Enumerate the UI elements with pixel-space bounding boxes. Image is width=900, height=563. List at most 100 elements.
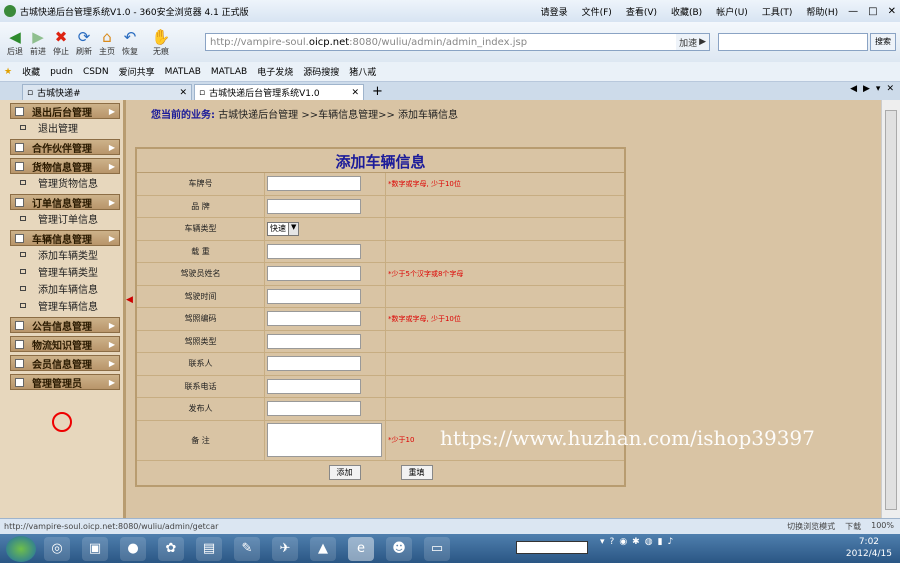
- fav-item[interactable]: MATLAB: [165, 67, 201, 77]
- fav-item[interactable]: 收藏: [22, 65, 40, 78]
- remark-textarea[interactable]: [267, 423, 382, 457]
- text-field[interactable]: [267, 356, 361, 372]
- fav-item[interactable]: pudn: [50, 67, 73, 77]
- fav-item[interactable]: 源码搜搜: [303, 65, 339, 78]
- address-bar[interactable]: http://vampire-soul. oicp.net:8080/wuliu/…: [205, 33, 710, 51]
- fav-item[interactable]: 爱问共享: [119, 65, 155, 78]
- taskbar-app-icon[interactable]: ▤: [196, 536, 222, 561]
- tray-icon[interactable]: ✱: [632, 537, 640, 547]
- sidebar-section[interactable]: 合作伙伴管理 ▶: [10, 139, 120, 155]
- tray-icon[interactable]: ◉: [619, 537, 627, 547]
- maximize-icon[interactable]: □: [868, 6, 877, 17]
- tab-left-icon[interactable]: ◀: [850, 84, 857, 94]
- sidebar-section[interactable]: 会员信息管理 ▶: [10, 355, 120, 371]
- fav-item[interactable]: MATLAB: [211, 67, 247, 77]
- clock[interactable]: 7:02 2012/4/15: [846, 536, 892, 560]
- minimize-icon[interactable]: —: [848, 6, 858, 17]
- text-field[interactable]: [267, 311, 361, 327]
- close-icon[interactable]: ✕: [888, 6, 896, 17]
- menu-help[interactable]: 帮助(H): [806, 5, 838, 18]
- submit-button[interactable]: 添加: [328, 464, 361, 480]
- menu-view[interactable]: 查看(V): [626, 5, 657, 18]
- restore-button[interactable]: ↶ 恢复: [119, 28, 141, 57]
- vertical-scrollbar[interactable]: [881, 100, 900, 518]
- text-field[interactable]: [267, 176, 361, 192]
- close-tab-icon[interactable]: ✕: [351, 88, 359, 98]
- sidebar-section[interactable]: 公告信息管理 ▶: [10, 317, 120, 333]
- volume-icon[interactable]: ♪: [668, 537, 674, 547]
- chevron-down-icon[interactable]: ▼: [288, 222, 298, 235]
- folder-icon[interactable]: ▭: [424, 536, 450, 561]
- text-field[interactable]: [267, 333, 361, 349]
- taskbar-app-icon[interactable]: ▣: [82, 536, 108, 561]
- go-arrow-icon[interactable]: ▶: [699, 37, 706, 47]
- fav-item[interactable]: 猪八戒: [349, 65, 376, 78]
- sidebar-section[interactable]: 管理管理员 ▶: [10, 374, 120, 390]
- taskbar-app-icon[interactable]: ◎: [44, 536, 70, 561]
- tab-close-icon[interactable]: ✕: [886, 84, 894, 94]
- refresh-button[interactable]: ⟳ 刷新: [73, 28, 95, 57]
- menu-account[interactable]: 帐户(U): [716, 5, 748, 18]
- download-button[interactable]: 下载: [845, 521, 861, 532]
- vehicle-type-select[interactable]: 快速 ▼: [267, 221, 299, 236]
- taskbar-app-icon[interactable]: ✎: [234, 536, 260, 561]
- close-tab-icon[interactable]: ✕: [179, 88, 187, 98]
- zoom-level[interactable]: 100%: [871, 521, 894, 532]
- stop-button[interactable]: ✖ 停止: [50, 28, 72, 57]
- fav-item[interactable]: CSDN: [83, 67, 109, 77]
- search-button[interactable]: 搜索: [870, 33, 896, 51]
- sidebar-section[interactable]: 货物信息管理 ▶: [10, 158, 120, 174]
- browser-taskbar-icon[interactable]: e: [348, 536, 374, 561]
- collapse-sidebar-icon[interactable]: ◀: [126, 295, 133, 305]
- tab-0[interactable]: ▫ 古城快递# ✕: [22, 84, 192, 100]
- text-field[interactable]: [267, 401, 361, 417]
- matlab-icon[interactable]: ▲: [310, 536, 336, 561]
- browse-mode-button[interactable]: 切换浏览模式: [787, 521, 835, 532]
- taskbar-app-icon[interactable]: ✈: [272, 536, 298, 561]
- text-field[interactable]: [267, 243, 361, 259]
- new-tab-button[interactable]: +: [372, 84, 383, 100]
- incognito-button[interactable]: ✋ 无痕: [150, 28, 172, 57]
- sidebar-section[interactable]: 物流知识管理 ▶: [10, 336, 120, 352]
- start-button[interactable]: [6, 535, 36, 562]
- sidebar-section[interactable]: 退出后台管理 ▶: [10, 103, 120, 119]
- forward-button[interactable]: ▶ 前进: [27, 28, 49, 57]
- network-icon[interactable]: ▮: [658, 537, 663, 547]
- search-input[interactable]: [718, 33, 868, 51]
- tab-right-icon[interactable]: ▶: [863, 84, 870, 94]
- tab-list-icon[interactable]: ▾: [876, 84, 881, 94]
- sidebar-item[interactable]: 管理车辆类型: [10, 263, 120, 280]
- sidebar-item[interactable]: 添加车辆信息: [10, 280, 120, 297]
- taskbar-app-icon[interactable]: ✿: [158, 536, 184, 561]
- taskbar-search-input[interactable]: [516, 541, 588, 554]
- menu-login[interactable]: 请登录: [541, 5, 568, 18]
- text-field[interactable]: [267, 378, 361, 394]
- sidebar-item[interactable]: 管理车辆信息: [10, 297, 120, 314]
- menu-tools[interactable]: 工具(T): [762, 5, 793, 18]
- sidebar-item[interactable]: 管理订单信息: [10, 210, 120, 227]
- menu-favorites[interactable]: 收藏(B): [671, 5, 702, 18]
- reset-button[interactable]: 重填: [400, 464, 433, 480]
- sidebar-section[interactable]: 订单信息管理 ▶: [10, 194, 120, 210]
- sidebar-item[interactable]: 退出管理: [10, 119, 120, 136]
- accelerate-button[interactable]: 加速: [679, 36, 697, 49]
- text-field[interactable]: [267, 288, 361, 304]
- back-button[interactable]: ◀ 后退: [4, 28, 26, 57]
- qq-icon[interactable]: ☻: [386, 536, 412, 561]
- field-label: 载 重: [137, 240, 265, 262]
- tray-icon[interactable]: ◍: [645, 537, 653, 547]
- field-cell: [265, 375, 386, 397]
- tab-1[interactable]: ▫ 古城快递后台管理系统V1.0 ✕: [194, 84, 364, 100]
- tray-icon[interactable]: ?: [610, 537, 615, 547]
- text-field[interactable]: [267, 266, 361, 282]
- menu-file[interactable]: 文件(F): [582, 5, 612, 18]
- home-button[interactable]: ⌂ 主页: [96, 28, 118, 57]
- sidebar-item[interactable]: 管理货物信息: [10, 174, 120, 191]
- text-field[interactable]: [267, 198, 361, 214]
- tray-icon[interactable]: ▾: [600, 537, 605, 547]
- sidebar-section[interactable]: 车辆信息管理 ▶: [10, 230, 120, 246]
- fav-item[interactable]: 电子发烧: [257, 65, 293, 78]
- taskbar-app-icon[interactable]: ●: [120, 536, 146, 561]
- scroll-thumb[interactable]: [885, 110, 897, 510]
- sidebar-item[interactable]: 添加车辆类型: [10, 246, 120, 263]
